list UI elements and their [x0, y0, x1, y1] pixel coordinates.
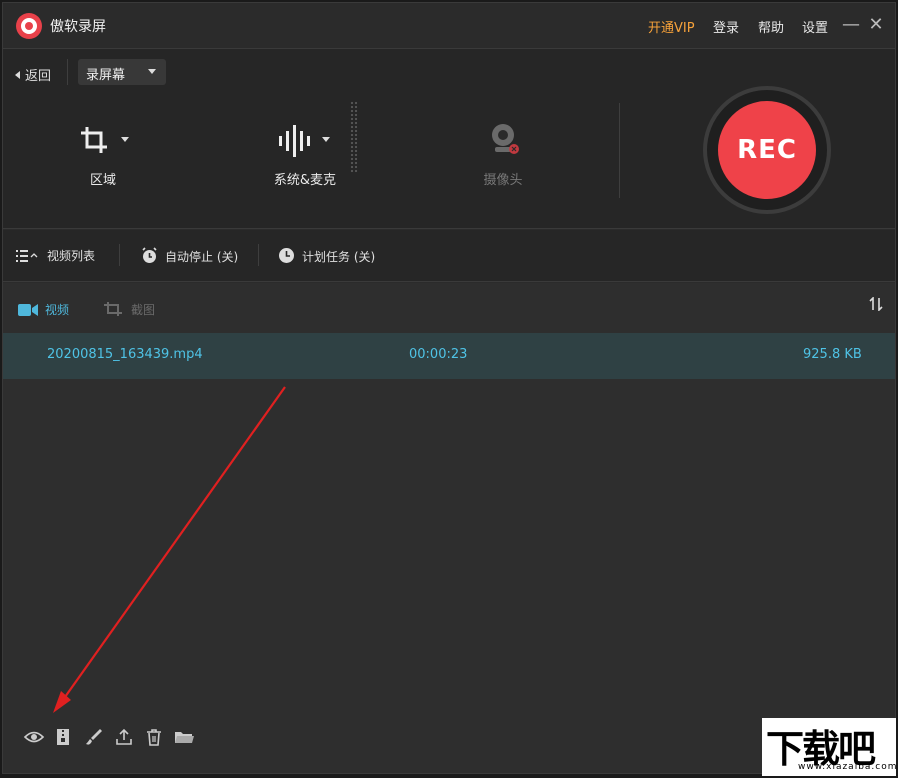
- audio-tool[interactable]: 系统&麦克: [265, 121, 345, 188]
- audio-caret-icon: [322, 137, 330, 142]
- close-button[interactable]: ✕: [866, 15, 886, 35]
- trash-icon[interactable]: [143, 727, 165, 747]
- camera-tool[interactable]: 摄像头: [473, 121, 533, 188]
- webcam-icon: [473, 121, 533, 161]
- tab-screenshot[interactable]: 截图: [103, 301, 155, 320]
- volume-meter: [350, 101, 358, 173]
- region-caret-icon: [121, 137, 129, 142]
- list-tabs: 视频 截图: [3, 283, 895, 329]
- title-bar: 傲软录屏 开通VIP 登录 帮助 设置 — ✕: [3, 3, 895, 49]
- divider: [258, 244, 259, 266]
- screenshot-icon: [103, 301, 123, 320]
- back-label: 返回: [25, 69, 52, 84]
- file-duration: 00:00:23: [409, 347, 468, 362]
- divider: [67, 59, 68, 85]
- camera-label: 摄像头: [483, 173, 523, 188]
- brush-icon[interactable]: [83, 727, 105, 747]
- app-window: 傲软录屏 开通VIP 登录 帮助 设置 — ✕ 返回 录屏幕 区域 系统&麦克 …: [2, 2, 896, 774]
- options-bar: 视频列表 自动停止 (关) 计划任务 (关): [3, 230, 895, 282]
- record-mode-select[interactable]: 录屏幕: [78, 59, 166, 85]
- schedule-label: 计划任务 (关): [302, 250, 376, 264]
- region-tool[interactable]: 区域: [73, 121, 133, 188]
- divider: [119, 244, 120, 266]
- tab-video[interactable]: 视频: [18, 301, 69, 320]
- watermark-url: www.xiazaiba.com: [798, 762, 898, 772]
- vip-link[interactable]: 开通VIP: [648, 17, 695, 36]
- app-logo-icon: [16, 13, 42, 39]
- auto-stop-option[interactable]: 自动停止 (关): [141, 247, 238, 267]
- watermark-logo: 下载吧 www.xiazaiba.com: [762, 718, 898, 776]
- alarm-clock-icon: [141, 247, 158, 267]
- record-mode-label: 录屏幕: [86, 68, 126, 83]
- crop-icon: [73, 121, 133, 161]
- file-name: 20200815_163439.mp4: [47, 347, 203, 362]
- rec-button[interactable]: REC: [718, 101, 816, 199]
- upload-icon[interactable]: [113, 727, 135, 747]
- zip-icon[interactable]: [53, 727, 75, 747]
- help-link[interactable]: 帮助: [758, 17, 784, 36]
- chevron-down-icon: [148, 69, 156, 74]
- schedule-option[interactable]: 计划任务 (关): [278, 247, 375, 267]
- video-list-toggle[interactable]: 视频列表: [16, 247, 95, 266]
- list-icon: [16, 249, 40, 266]
- login-link[interactable]: 登录: [713, 17, 739, 36]
- sort-icon[interactable]: [869, 296, 883, 315]
- audio-wave-icon: [265, 121, 345, 161]
- folder-icon[interactable]: [173, 727, 195, 747]
- back-arrow-icon: [15, 71, 20, 79]
- audio-label: 系统&麦克: [273, 173, 337, 188]
- tab-screenshot-label: 截图: [131, 303, 156, 317]
- divider: [619, 103, 620, 198]
- file-list-panel: 视频 截图 20200815_163439.mp4 00:00:23 925.8…: [3, 283, 895, 773]
- auto-stop-label: 自动停止 (关): [165, 250, 239, 264]
- video-camera-icon: [18, 303, 38, 320]
- region-label: 区域: [89, 173, 116, 188]
- app-title: 傲软录屏: [50, 19, 106, 35]
- video-list-label: 视频列表: [47, 249, 96, 263]
- file-size: 925.8 KB: [803, 347, 862, 362]
- table-row[interactable]: 20200815_163439.mp4 00:00:23 925.8 KB: [3, 333, 895, 379]
- tab-video-label: 视频: [45, 303, 70, 317]
- settings-link[interactable]: 设置: [802, 17, 828, 36]
- minimize-button[interactable]: —: [841, 15, 861, 35]
- clock-icon: [278, 247, 295, 267]
- record-toolbar: 返回 录屏幕 区域 系统&麦克 摄像头 REC: [3, 49, 895, 229]
- back-button[interactable]: 返回: [15, 65, 51, 84]
- rec-ring: REC: [703, 86, 831, 214]
- eye-icon[interactable]: [23, 727, 45, 747]
